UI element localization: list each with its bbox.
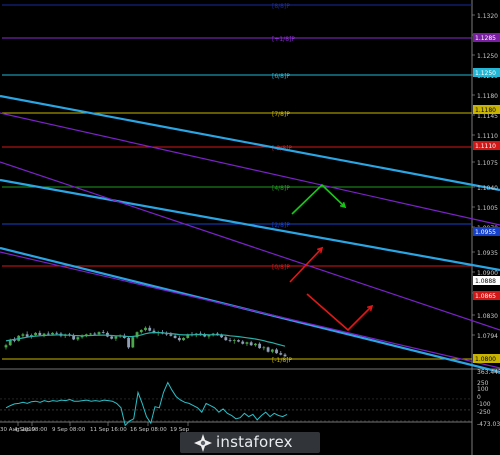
candle-body (25, 334, 29, 337)
candle-body (144, 327, 147, 330)
price-mark-label: 1.0888 (475, 278, 496, 285)
candle-body (270, 349, 274, 352)
candle-body (21, 334, 25, 336)
candle-body (258, 343, 262, 349)
murrey-level-label: [0/8]P (272, 264, 290, 271)
candle-body (177, 337, 181, 341)
murrey-level-label: [2/8]P (272, 222, 290, 229)
price-tick-label: 1.0830 (477, 313, 498, 320)
indicator-tick-label: -250 (477, 409, 491, 416)
candle-body (110, 336, 114, 339)
price-tick-label: 1.1005 (477, 205, 498, 212)
price-mark-label: 1.0800 (475, 356, 496, 363)
price-tick-label: 1.1110 (477, 133, 498, 140)
instaforex-logo-icon (194, 434, 212, 452)
candle-body (51, 332, 54, 335)
candle-body (89, 333, 92, 335)
time-axis-label: 16 Sep 08:00 (130, 427, 167, 433)
price-tick-label: 1.1250 (477, 53, 498, 60)
candle-body (148, 327, 152, 331)
price-mark-label: 1.0865 (475, 293, 496, 300)
indicator-tick-label: -473.0301 (477, 421, 500, 428)
candle-body (127, 337, 130, 348)
candle-body (38, 332, 42, 336)
candle-body (245, 342, 249, 344)
price-tick-label: 1.1320 (477, 13, 498, 20)
price-mark-label: 1.1250 (475, 70, 496, 77)
candle-body (131, 337, 135, 348)
chart-canvas: [8/8]P[+1/8]P[6/8]P[7/8]P[-2/8]P[4/8]P[2… (0, 0, 500, 455)
price-tick-label: 1.1180 (477, 93, 498, 100)
candle-body (13, 340, 16, 341)
candle-body (76, 337, 80, 340)
candle-body (241, 341, 245, 344)
price-tick-label: 1.1040 (477, 185, 498, 192)
candle-body (55, 332, 59, 334)
chart-background (0, 0, 500, 455)
watermark-label: instaforex (216, 433, 293, 451)
indicator-tick-label: 363.4436 (477, 369, 500, 376)
candle-body (93, 333, 97, 335)
indicator-tick-label: 0 (477, 394, 481, 401)
indicator-tick-label: -100 (477, 401, 491, 408)
candle-body (224, 337, 228, 341)
candle-body (232, 340, 236, 341)
candle-body (139, 329, 143, 333)
candle-body (182, 337, 185, 341)
price-mark-label: 1.1110 (475, 143, 496, 150)
candle-body (173, 335, 177, 338)
price-mark-label: 1.1285 (475, 35, 496, 42)
candle-body (114, 336, 118, 339)
candle-body (101, 332, 105, 333)
candle-body (283, 354, 287, 357)
candle-body (169, 334, 173, 336)
price-tick-label: 1.1075 (477, 160, 498, 167)
time-axis-label: 4 Sep 08:00 (14, 427, 48, 433)
candle-body (249, 342, 253, 346)
price-mark-label: 1.1180 (475, 107, 496, 114)
candle-body (275, 349, 278, 354)
time-axis-label: 11 Sep 16:00 (90, 427, 127, 433)
candle-body (4, 345, 8, 348)
price-tick-label: 1.0900 (477, 270, 498, 277)
murrey-level-label: [+1/8]P (272, 36, 295, 43)
candle-body (237, 340, 240, 342)
murrey-level-label: [-1/8]P (272, 357, 293, 364)
price-mark-label: 1.0955 (475, 229, 496, 236)
indicator-tick-label: 100 (477, 386, 489, 393)
price-tick-label: 1.1145 (477, 113, 498, 120)
candle-body (34, 332, 37, 336)
candle-body (279, 353, 283, 355)
candle-body (266, 347, 270, 352)
murrey-level-label: [7/8]P (272, 111, 290, 118)
candle-body (254, 343, 257, 346)
murrey-level-label: [6/8]P (272, 73, 290, 80)
candle-body (228, 340, 232, 341)
murrey-level-label: [8/8]P (272, 3, 290, 10)
candle-body (97, 332, 101, 335)
candle-body (262, 347, 266, 349)
price-tick-label: 1.0935 (477, 250, 498, 257)
candle-body (46, 333, 50, 335)
murrey-level-label: [4/8]P (272, 185, 290, 192)
time-axis-label: 9 Sep 08:00 (52, 427, 86, 433)
price-tick-label: 1.0794 (477, 333, 498, 340)
